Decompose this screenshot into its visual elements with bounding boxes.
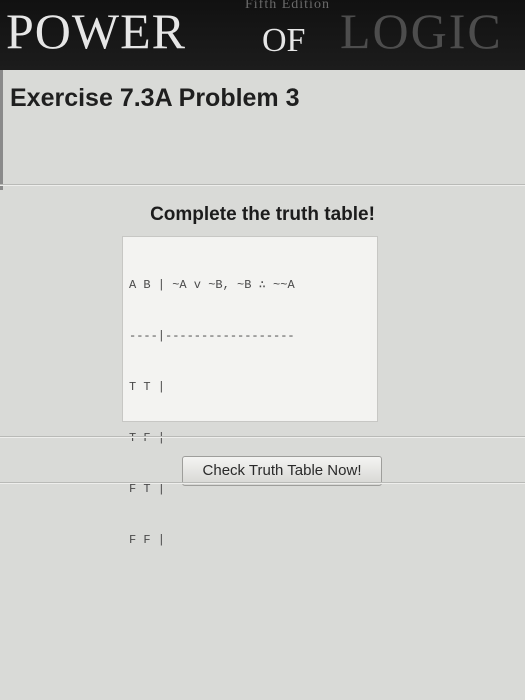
brand-title-power: POWER bbox=[6, 3, 186, 59]
truth-table-header: A B | ~A v ~B, ~B ∴ ~~A bbox=[129, 278, 295, 292]
instructions-heading: Complete the truth table! bbox=[150, 204, 375, 225]
truth-table-row: T T | bbox=[129, 380, 166, 394]
brand-title-logic: LOGIC bbox=[340, 3, 503, 59]
top-divider bbox=[0, 184, 525, 186]
edition-label: Fifth Edition bbox=[245, 0, 330, 12]
left-rule bbox=[0, 70, 3, 190]
exercise-title: Exercise 7.3A Problem 3 bbox=[10, 84, 300, 112]
truth-table-input[interactable]: A B | ~A v ~B, ~B ∴ ~~A ----|-----------… bbox=[122, 236, 378, 547]
banner: Fifth Edition POWER OF LOGIC bbox=[0, 0, 525, 70]
bottom-divider bbox=[0, 482, 525, 484]
truth-table-row: T F | bbox=[129, 431, 166, 445]
brand-title-of: OF bbox=[262, 22, 306, 59]
truth-table-separator: ----|------------------ bbox=[129, 329, 295, 343]
middle-divider bbox=[0, 436, 525, 438]
truth-table-row: F F | bbox=[129, 533, 166, 547]
